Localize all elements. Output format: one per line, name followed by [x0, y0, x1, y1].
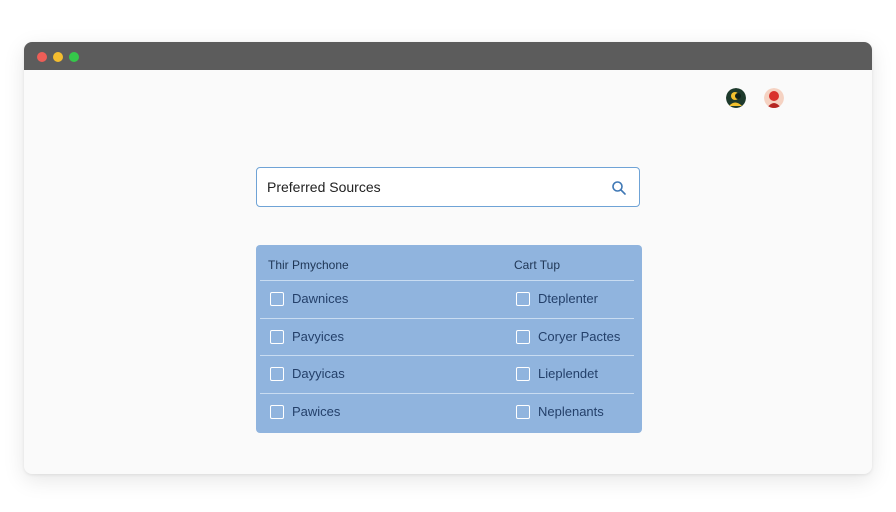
checkbox[interactable]: [516, 292, 530, 306]
checkbox-label: Neplenants: [538, 404, 604, 419]
checkbox-label: Dawnices: [292, 291, 349, 306]
checkbox-label: Pawices: [292, 404, 341, 419]
maximize-window-button[interactable]: [69, 52, 79, 62]
browser-window: Thir Pmychone Cart Tup Dawnices Dteplent…: [24, 42, 872, 474]
option-row: Dayyicas Lieplendet: [256, 356, 642, 393]
avatar-red-icon: [764, 88, 784, 108]
close-window-button[interactable]: [37, 52, 47, 62]
column-header-left: Thir Pmychone: [268, 258, 349, 272]
window-titlebar: [24, 42, 872, 70]
avatar-dark-icon: [726, 88, 746, 108]
checkbox[interactable]: [270, 292, 284, 306]
checkbox[interactable]: [516, 405, 530, 419]
search-box: [256, 167, 640, 207]
search-input[interactable]: [267, 176, 587, 198]
search-icon[interactable]: [611, 180, 627, 196]
checkbox-label: Dteplenter: [538, 291, 598, 306]
column-header-right: Cart Tup: [514, 258, 561, 272]
checkbox-label: Lieplendet: [538, 366, 598, 381]
checkbox[interactable]: [270, 367, 284, 381]
minimize-window-button[interactable]: [53, 52, 63, 62]
option-row: Pawices Neplenants: [256, 394, 642, 431]
user-avatar-red[interactable]: [764, 88, 784, 108]
checkbox-label: Dayyicas: [292, 366, 345, 381]
checkbox-label: Pavyices: [292, 329, 345, 344]
checkbox[interactable]: [270, 330, 284, 344]
checkbox[interactable]: [516, 330, 530, 344]
option-row: Pavyices Coryer Pactes: [256, 319, 642, 356]
checkbox[interactable]: [270, 405, 284, 419]
checkbox-label: Coryer Pactes: [538, 329, 621, 344]
options-panel: Thir Pmychone Cart Tup Dawnices Dteplent…: [256, 245, 642, 433]
user-avatar-dark[interactable]: [726, 88, 746, 108]
option-row: Dawnices Dteplenter: [256, 281, 642, 318]
checkbox[interactable]: [516, 367, 530, 381]
